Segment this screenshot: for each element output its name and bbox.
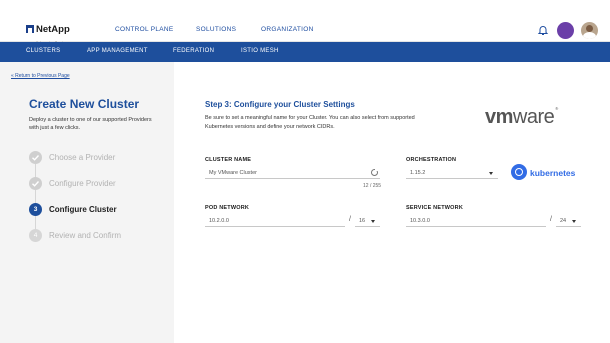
page-description: Deploy a cluster to one of our supported… bbox=[29, 117, 152, 131]
brand-name: NetApp bbox=[36, 24, 70, 35]
user-avatar[interactable] bbox=[581, 22, 598, 39]
section-description: Be sure to set a meaningful name for you… bbox=[205, 115, 415, 130]
nav-solutions[interactable]: SOLUTIONS bbox=[196, 26, 236, 33]
orchestration-select[interactable]: 1.15.2 bbox=[406, 167, 498, 179]
orchestration-label: ORCHESTRATION bbox=[406, 157, 457, 163]
subnav-istio-mesh[interactable]: ISTIO MESH bbox=[241, 48, 279, 54]
step-label: Configure Provider bbox=[49, 179, 116, 188]
refresh-icon[interactable] bbox=[371, 168, 378, 176]
subnav-app-management[interactable]: APP MANAGEMENT bbox=[87, 48, 148, 54]
pod-network-value: 10.2.0.0 bbox=[209, 218, 229, 224]
service-network-input[interactable]: 10.3.0.0 bbox=[406, 215, 546, 227]
return-link[interactable]: « Return to Previous Page bbox=[11, 73, 70, 79]
step-number: 4 bbox=[29, 229, 42, 242]
account-avatar[interactable] bbox=[557, 22, 574, 39]
section-title: Step 3: Configure your Cluster Settings bbox=[205, 100, 355, 109]
chevron-down-icon bbox=[572, 220, 576, 223]
sub-nav: CLUSTERS APP MANAGEMENT FEDERATION ISTIO… bbox=[0, 42, 610, 62]
orchestration-value: 1.15.2 bbox=[410, 170, 426, 176]
cidr-separator: / bbox=[550, 216, 552, 223]
service-network-mask-select[interactable]: 24 bbox=[556, 215, 581, 227]
step-number: 3 bbox=[29, 203, 42, 216]
step-connector bbox=[35, 190, 36, 204]
chevron-down-icon bbox=[371, 220, 375, 223]
subnav-federation[interactable]: FEDERATION bbox=[173, 48, 214, 54]
pod-network-mask-select[interactable]: 16 bbox=[355, 215, 380, 227]
bell-icon[interactable] bbox=[537, 24, 549, 36]
service-network-value: 10.3.0.0 bbox=[410, 218, 430, 224]
check-icon bbox=[29, 151, 42, 164]
service-mask-value: 24 bbox=[560, 218, 567, 224]
cidr-separator: / bbox=[349, 216, 351, 223]
kubernetes-wheel-icon bbox=[511, 164, 527, 180]
kubernetes-wordmark: kubernetes bbox=[530, 168, 576, 178]
pod-network-label: POD NETWORK bbox=[205, 205, 250, 211]
page-title: Create New Cluster bbox=[29, 97, 140, 111]
subnav-clusters[interactable]: CLUSTERS bbox=[26, 48, 60, 54]
step-connector bbox=[35, 164, 36, 178]
cluster-name-input[interactable]: My VMware Cluster bbox=[205, 167, 380, 179]
step-label: Review and Confirm bbox=[49, 231, 122, 240]
step-label: Choose a Provider bbox=[49, 153, 116, 162]
chevron-down-icon bbox=[489, 172, 493, 175]
pod-mask-value: 16 bbox=[359, 218, 366, 224]
cluster-name-label: CLUSTER NAME bbox=[205, 157, 252, 163]
nav-control-plane[interactable]: CONTROL PLANE bbox=[115, 26, 174, 33]
step-connector bbox=[35, 216, 36, 230]
service-network-label: SERVICE NETWORK bbox=[406, 205, 463, 211]
nav-organization[interactable]: ORGANIZATION bbox=[261, 26, 314, 33]
check-icon bbox=[29, 177, 42, 190]
pod-network-input[interactable]: 10.2.0.0 bbox=[205, 215, 345, 227]
netapp-mark-icon bbox=[26, 25, 34, 33]
step-label: Configure Cluster bbox=[49, 205, 117, 214]
top-bar: NetApp Kubernetes Service CONTROL PLANE … bbox=[0, 0, 610, 45]
char-counter: 12 / 255 bbox=[363, 183, 382, 189]
vmware-logo: vmware® bbox=[485, 106, 558, 128]
cluster-name-placeholder: My VMware Cluster bbox=[209, 170, 257, 176]
